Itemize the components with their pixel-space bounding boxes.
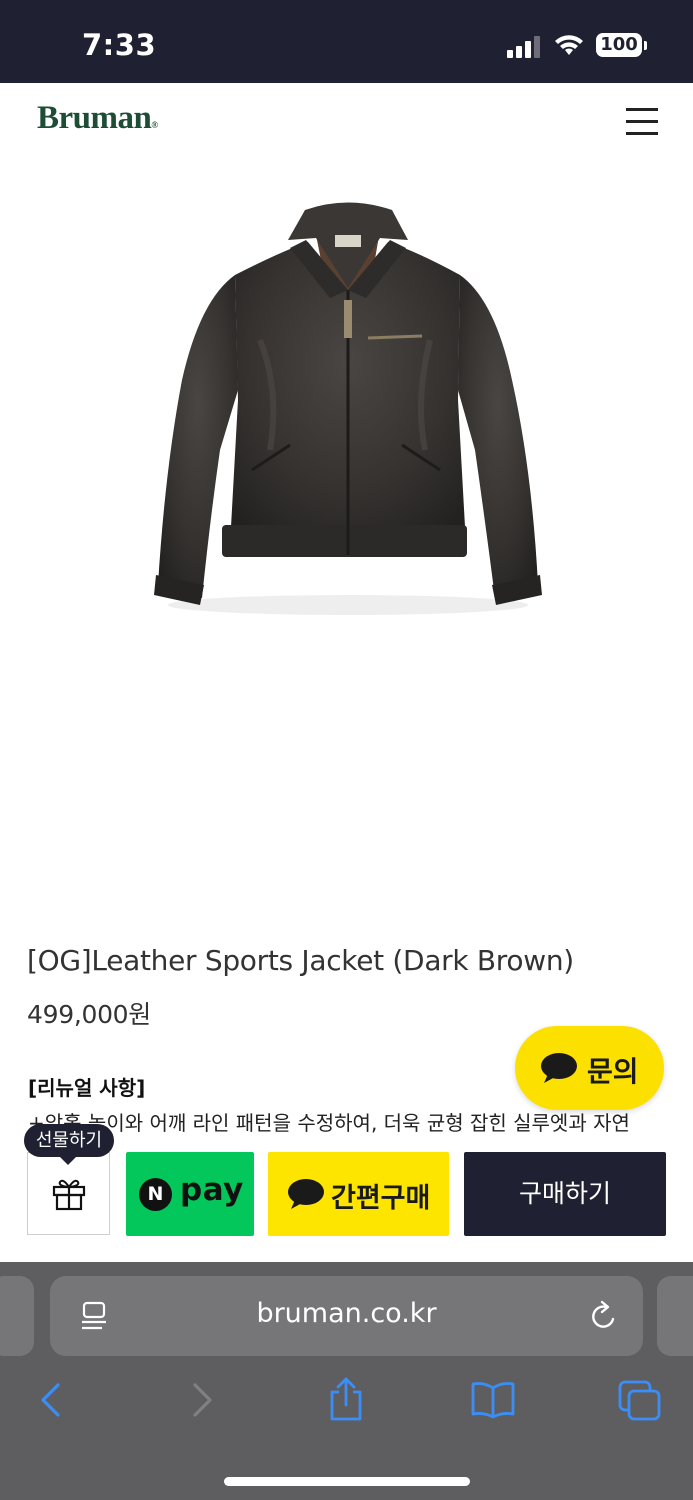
inquiry-label: 문의: [587, 1055, 639, 1088]
naver-pay-label: pay: [180, 1172, 244, 1208]
gift-tooltip-tail: [59, 1156, 77, 1165]
product-price: 499,000원: [27, 1000, 151, 1029]
gift-tooltip: 선물하기: [24, 1124, 114, 1157]
previous-tab-preview[interactable]: [0, 1276, 34, 1356]
registered-mark: ®: [151, 120, 158, 130]
reload-icon[interactable]: [589, 1300, 619, 1332]
naver-pay-button[interactable]: N pay: [126, 1152, 254, 1236]
forward-icon[interactable]: [189, 1382, 215, 1418]
kakao-quick-buy-button[interactable]: 간편구매: [268, 1152, 449, 1236]
cellular-signal-icon: [507, 36, 541, 58]
battery-indicator: 100: [596, 33, 642, 57]
product-image: [154, 202, 542, 615]
naver-n-icon: N: [139, 1178, 172, 1211]
brand-logo[interactable]: Bruman®: [37, 100, 158, 137]
status-time: 7:33: [82, 28, 157, 62]
address-bar[interactable]: bruman.co.kr: [50, 1276, 643, 1356]
battery-nub: [644, 41, 647, 50]
product-title: [OG]Leather Sports Jacket (Dark Brown): [27, 944, 574, 977]
status-bar: 7:33 100: [0, 0, 693, 83]
brand-logo-text: Bruman: [37, 100, 152, 136]
bookmarks-icon[interactable]: [470, 1381, 516, 1419]
renewal-description: +암홀 높이와 어깨 라인 패턴을 수정하여, 더욱 균형 잡힌 실루엣과 자연: [28, 1111, 630, 1135]
home-indicator: [224, 1477, 470, 1486]
hamburger-menu-icon[interactable]: [626, 108, 658, 135]
kakao-chat-icon: [288, 1179, 324, 1209]
wifi-icon: [555, 35, 583, 55]
kakao-quick-buy-label: 간편구매: [331, 1183, 431, 1214]
inquiry-button[interactable]: 문의: [515, 1026, 664, 1110]
buy-button[interactable]: 구매하기: [464, 1152, 666, 1236]
next-tab-preview[interactable]: [657, 1276, 693, 1356]
url-text[interactable]: bruman.co.kr: [50, 1298, 643, 1329]
gift-icon: [52, 1179, 86, 1211]
share-icon[interactable]: [327, 1376, 365, 1422]
chat-bubble-icon: [541, 1053, 577, 1083]
tabs-icon[interactable]: [618, 1380, 662, 1422]
back-icon[interactable]: [38, 1382, 64, 1418]
renewal-heading: [리뉴얼 사항]: [28, 1076, 146, 1100]
